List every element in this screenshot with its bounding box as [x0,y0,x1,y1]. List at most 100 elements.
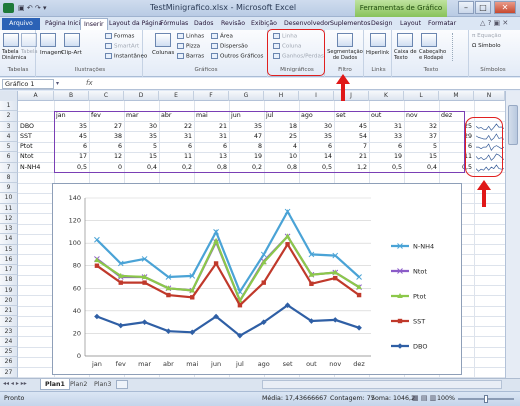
dispersao-button[interactable]: Dispersão [211,43,248,50]
select-all-corner[interactable] [0,91,18,101]
help-icon[interactable]: △ ? ▣ ✕ [480,19,508,27]
row-header-26[interactable]: 26 [0,357,18,368]
zoom-slider[interactable] [458,395,514,403]
tab-formatar[interactable]: Formatar [425,18,459,30]
vertical-scrollbar[interactable] [505,91,520,378]
row-header-12[interactable]: 12 [0,213,18,224]
column-header-h[interactable]: H [264,91,299,101]
row-header-7[interactable]: 7 [0,162,18,173]
row-header-8[interactable]: 8 [0,172,18,183]
hyperlink-icon[interactable] [370,33,386,47]
text-box-icon[interactable] [397,33,413,47]
zoom-level[interactable]: 100% [437,395,455,402]
row-header-6[interactable]: 6 [0,152,18,163]
fx-icon[interactable]: fx [86,79,93,87]
column-header-f[interactable]: F [194,91,229,101]
chart-object[interactable]: 0 20 40 60 80 100 120 140 jan fev mar abr mai jun jul a… [52,183,462,375]
row-header-23[interactable]: 23 [0,326,18,337]
picture-icon[interactable] [40,33,56,47]
hiperlink-button[interactable]: Hiperlink [366,50,389,56]
maximize-button[interactable]: □ [475,1,491,14]
row-header-14[interactable]: 14 [0,234,18,245]
clip-art-icon[interactable] [64,33,80,47]
instantaneo-button[interactable]: Instantâneo [105,53,147,60]
row-header-16[interactable]: 16 [0,254,18,265]
row-header-18[interactable]: 18 [0,275,18,286]
sheet-tab-plan3[interactable]: Plan3 [90,379,115,390]
column-header-m[interactable]: M [439,91,474,101]
quick-access-toolbar[interactable]: ▣ ↶ ↷ ▾ [18,4,47,12]
smartart-button[interactable]: SmartArt [105,43,139,50]
tab-formulas[interactable]: Fórmulas [157,18,191,30]
tab-inserir[interactable]: Inserir [80,18,108,30]
close-button[interactable]: ✕ [494,1,516,14]
column-chart-icon[interactable] [155,33,171,47]
row-header-4[interactable]: 4 [0,131,18,142]
tabela-button[interactable]: Tabela [21,49,38,55]
tab-design[interactable]: Design [368,18,395,30]
tab-dados[interactable]: Dados [191,18,217,30]
column-header-n[interactable]: N [474,91,505,101]
imagem-button[interactable]: Imagem [40,50,63,56]
area-button[interactable]: Área [211,33,233,40]
clip-art-button[interactable]: Clip-Art [61,50,82,56]
view-buttons-icon[interactable]: ▦ ▤ ▥ [412,394,436,402]
barras-button[interactable]: Barras [177,53,204,60]
row-header-24[interactable]: 24 [0,336,18,347]
more-text-tools-icon[interactable] [452,33,464,61]
name-box[interactable]: Gráfico 1 [2,79,54,89]
simbolo-button[interactable]: Ω Símbolo [472,43,501,49]
row-header-2[interactable]: 2 [0,111,18,122]
column-header-e[interactable]: E [159,91,194,101]
header-footer-icon[interactable] [421,33,437,47]
row-header-10[interactable]: 10 [0,193,18,204]
row-header-9[interactable]: 9 [0,183,18,194]
new-sheet-icon[interactable] [116,380,128,389]
namebox-dropdown-icon[interactable]: ▾ [56,80,59,87]
vertical-scroll-thumb[interactable] [508,105,518,145]
caixa-texto-button[interactable]: Caixa de Texto [394,49,418,61]
column-header-i[interactable]: I [299,91,334,101]
column-header-b[interactable]: B [54,91,89,101]
column-header-d[interactable]: D [124,91,159,101]
minimize-button[interactable]: – [458,1,474,14]
formula-input[interactable] [100,79,505,89]
equacao-button[interactable]: π Equação [472,33,501,39]
tab-layout[interactable]: Layout [397,18,424,30]
horizontal-scrollbar[interactable] [262,380,502,389]
column-header-a[interactable]: A [18,91,54,101]
column-header-g[interactable]: G [229,91,264,101]
row-header-1[interactable]: 1 [0,101,18,112]
row-header-11[interactable]: 11 [0,203,18,214]
row-header-3[interactable]: 3 [0,121,18,132]
column-header-k[interactable]: K [369,91,404,101]
tabela-dinamica-button[interactable]: Tabela Dinâmica [2,49,26,61]
row-header-27[interactable]: 27 [0,367,18,378]
zoom-slider-thumb[interactable] [484,395,488,403]
row-header-22[interactable]: 22 [0,316,18,327]
cabecalho-rodape-button[interactable]: Cabeçalho e Rodapé [419,49,449,61]
pivot-table-icon[interactable] [3,33,19,47]
pizza-button[interactable]: Pizza [177,43,200,50]
colunas-button[interactable]: Colunas [152,50,174,56]
sheet-tab-plan2[interactable]: Plan2 [66,379,91,390]
row-header-19[interactable]: 19 [0,285,18,296]
column-header-l[interactable]: L [404,91,439,101]
column-header-c[interactable]: C [89,91,124,101]
row-header-21[interactable]: 21 [0,306,18,317]
segmentacao-dados-button[interactable]: Segmentação de Dados [327,49,363,61]
row-header-25[interactable]: 25 [0,347,18,358]
tab-suplementos[interactable]: Suplementos [327,18,374,30]
outros-graficos-button[interactable]: Outros Gráficos [211,53,263,60]
tab-arquivo[interactable]: Arquivo [2,18,40,30]
slicer-icon[interactable] [337,33,353,47]
linhas-button[interactable]: Linhas [177,33,204,40]
row-header-13[interactable]: 13 [0,224,18,235]
row-header-20[interactable]: 20 [0,295,18,306]
table-icon[interactable] [21,33,37,47]
row-header-17[interactable]: 17 [0,265,18,276]
sheet-nav-arrows-icon[interactable]: ◂◂ ◂ ▸ ▸▸ [3,380,27,387]
row-header-5[interactable]: 5 [0,142,18,153]
formas-button[interactable]: Formas [105,33,134,40]
tab-revisao[interactable]: Revisão [218,18,248,30]
